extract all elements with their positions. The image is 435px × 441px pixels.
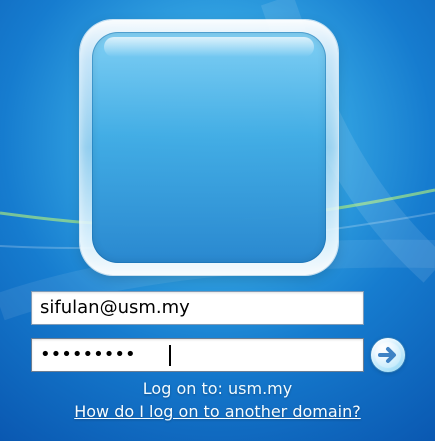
password-mask: ••••••••• <box>40 344 136 365</box>
username-field[interactable]: sifulan@usm.my <box>31 291 364 325</box>
avatar <box>80 20 338 275</box>
another-domain-help-link[interactable]: How do I log on to another domain? <box>0 402 435 421</box>
right-arrow-icon <box>375 342 401 368</box>
text-caret <box>169 345 171 366</box>
password-field[interactable]: ••••••••• <box>31 338 364 372</box>
logon-to-label: Log on to: usm.my <box>142 379 293 398</box>
submit-button[interactable] <box>371 338 405 372</box>
username-value: sifulan@usm.my <box>40 297 190 318</box>
user-avatar-frame <box>80 20 338 275</box>
